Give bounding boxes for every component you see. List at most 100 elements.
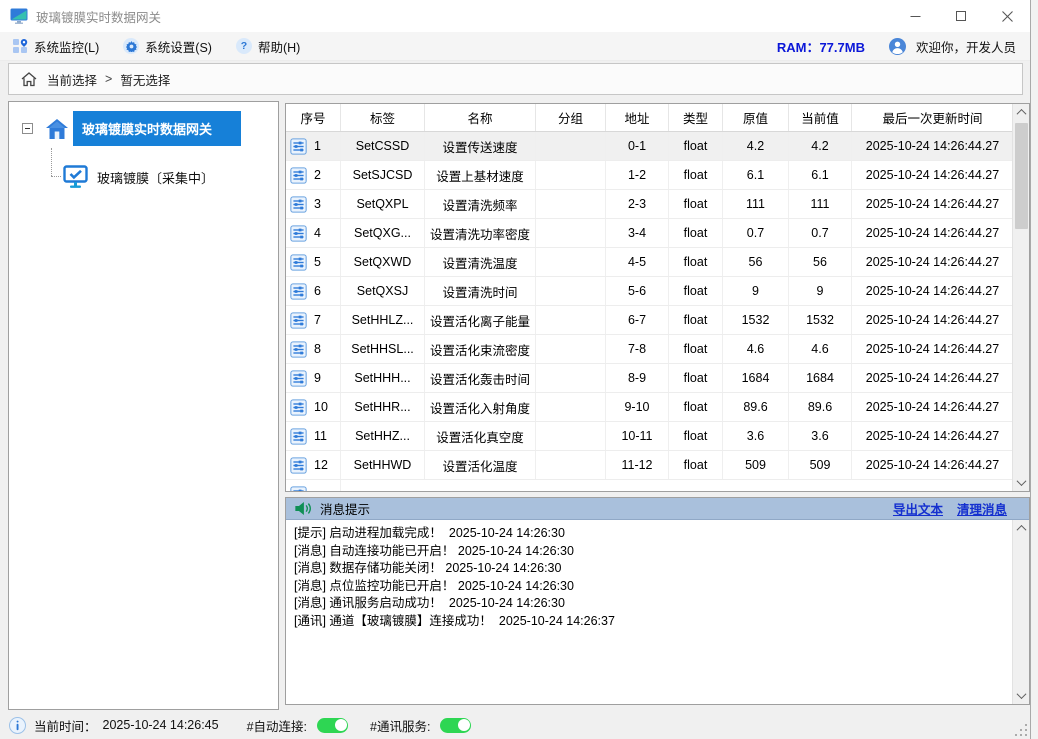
cell-current: 4.2 — [789, 132, 852, 160]
cell-name: 设置活化轰击时间 — [425, 364, 536, 392]
cell-group — [536, 451, 606, 479]
table-row[interactable]: 3SetQXPL设置清洗频率2-3float1111112025-10-24 1… — [286, 190, 1029, 219]
cell-tag: SetQXSJ — [341, 277, 425, 305]
table-row[interactable]: 1SetCSSD设置传送速度0-1float4.24.22025-10-24 1… — [286, 132, 1029, 161]
message-line: [消息] 数据存储功能关闭！ 2025-10-24 14:26:30 — [294, 560, 1004, 578]
table-row[interactable]: 11SetHHZ...设置活化真空度10-11float3.63.62025-1… — [286, 422, 1029, 451]
col-header-address[interactable]: 地址 — [606, 104, 669, 131]
scroll-down-icon[interactable] — [1013, 687, 1030, 704]
scrollbar-thumb[interactable] — [1015, 123, 1028, 229]
scroll-up-icon[interactable] — [1013, 104, 1030, 121]
cell-current: 1684 — [789, 364, 852, 392]
breadcrumb: 当前选择 > 暂无选择 — [8, 63, 1023, 95]
cell-type: float — [669, 219, 723, 247]
cell-tag: SetHHZ... — [341, 422, 425, 450]
cell-updated: 2025-10-24 14:26:44.27 — [852, 248, 1014, 276]
comm-service-toggle[interactable] — [440, 718, 471, 733]
resize-grip[interactable] — [1015, 724, 1027, 736]
col-header-tag[interactable]: 标签 — [341, 104, 425, 131]
maximize-button[interactable] — [938, 0, 984, 32]
collapse-icon[interactable] — [22, 123, 33, 134]
tree-node-root[interactable]: 玻璃镀膜实时数据网关 — [9, 111, 278, 146]
col-header-current[interactable]: 当前值 — [789, 104, 852, 131]
cell-original: 1684 — [723, 364, 789, 392]
table-row[interactable]: 6SetQXSJ设置清洗时间5-6float992025-10-24 14:26… — [286, 277, 1029, 306]
col-header-original[interactable]: 原值 — [723, 104, 789, 131]
cell-updated: 2025-10-24 14:26:44.27 — [852, 132, 1014, 160]
cell-type: float — [669, 277, 723, 305]
menu-item-label: 系统监控(L) — [34, 37, 99, 56]
tag-table-panel: 序号 标签 名称 分组 地址 类型 原值 当前值 最后一次更新时间 1SetCS… — [285, 103, 1030, 492]
table-row[interactable]: 2SetSJCSD设置上基材速度1-2float6.16.12025-10-24… — [286, 161, 1029, 190]
menu-item-label: 帮助(H) — [258, 37, 300, 56]
table-row[interactable]: 7SetHHLZ...设置活化离子能量6-7float153215322025-… — [286, 306, 1029, 335]
table-row[interactable]: 12SetHHWD设置活化温度11-12float5095092025-10-2… — [286, 451, 1029, 480]
cell-address: 8-9 — [606, 364, 669, 392]
menu-item-system-settings[interactable]: 系统设置(S) — [111, 32, 224, 60]
table-row[interactable]: 4SetQXG...设置清洗功率密度3-4float0.70.72025-10-… — [286, 219, 1029, 248]
row-number: 3 — [314, 197, 321, 211]
menu-item-help[interactable]: ? 帮助(H) — [224, 32, 312, 60]
cell-tag: SetHHLZ... — [341, 306, 425, 334]
message-log: [提示] 启动进程加载完成！ 2025-10-24 14:26:30[消息] 自… — [286, 520, 1012, 704]
cell-original: 9 — [723, 277, 789, 305]
message-scrollbar[interactable] — [1012, 520, 1029, 704]
table-scrollbar[interactable] — [1012, 104, 1029, 491]
cell-current: 89.6 — [789, 393, 852, 421]
menubar-right: RAM：77.7MB 欢迎你，开发人员 — [777, 37, 1016, 56]
tag-config-icon — [290, 225, 307, 242]
cell-no: 4 — [286, 219, 341, 247]
row-number: 12 — [314, 458, 328, 472]
tree-node-channel[interactable]: 玻璃镀膜〔采集中〕 — [63, 162, 214, 192]
scroll-up-icon[interactable] — [1013, 520, 1030, 537]
ram-indicator: RAM：77.7MB — [777, 37, 865, 56]
window-title: 玻璃镀膜实时数据网关 — [36, 7, 161, 26]
cell-current: 9 — [789, 277, 852, 305]
cell-tag: SetQXPL — [341, 190, 425, 218]
tree-root-label[interactable]: 玻璃镀膜实时数据网关 — [73, 111, 241, 146]
close-button[interactable] — [984, 0, 1030, 32]
cell-no: 1 — [286, 132, 341, 160]
cell-address: 3-4 — [606, 219, 669, 247]
cell-original: 3.6 — [723, 422, 789, 450]
cell-group — [536, 248, 606, 276]
table-row[interactable]: 5SetQXWD设置清洗温度4-5float56562025-10-24 14:… — [286, 248, 1029, 277]
col-header-updated[interactable]: 最后一次更新时间 — [852, 104, 1014, 131]
table-row[interactable]: 8SetHHSL...设置活化束流密度7-8float4.64.62025-10… — [286, 335, 1029, 364]
cell-name: 设置上基材速度 — [425, 161, 536, 189]
menu-item-system-monitor[interactable]: 系统监控(L) — [0, 32, 111, 60]
message-panel: 消息提示 导出文本 清理消息 [提示] 启动进程加载完成！ 2025-10-24… — [285, 497, 1030, 705]
cell-updated: 2025-10-24 14:26:44.27 — [852, 277, 1014, 305]
col-header-group[interactable]: 分组 — [536, 104, 606, 131]
cell-original: 0.7 — [723, 219, 789, 247]
home-icon — [21, 72, 37, 87]
cell-original: 6.1 — [723, 161, 789, 189]
auto-connect-toggle[interactable] — [317, 718, 348, 733]
comm-service-label: #通讯服务: — [370, 716, 430, 735]
row-number: 8 — [314, 342, 321, 356]
cell-no: 2 — [286, 161, 341, 189]
breadcrumb-prefix: 当前选择 — [47, 70, 97, 89]
minimize-button[interactable] — [892, 0, 938, 32]
cell-address: 6-7 — [606, 306, 669, 334]
monitor-grid-icon — [12, 38, 28, 54]
scroll-down-icon[interactable] — [1013, 474, 1030, 491]
col-header-index[interactable]: 序号 — [286, 104, 341, 131]
cell-updated: 2025-10-24 14:26:44.27 — [852, 451, 1014, 479]
message-panel-header: 消息提示 导出文本 清理消息 — [286, 498, 1029, 520]
col-header-name[interactable]: 名称 — [425, 104, 536, 131]
clear-messages-link[interactable]: 清理消息 — [957, 499, 1007, 518]
export-text-link[interactable]: 导出文本 — [893, 499, 943, 518]
speaker-icon — [294, 501, 312, 516]
cell-address: 7-8 — [606, 335, 669, 363]
table-row[interactable]: 10SetHHR...设置活化入射角度9-10float89.689.62025… — [286, 393, 1029, 422]
cell-address: 4-5 — [606, 248, 669, 276]
col-header-type[interactable]: 类型 — [669, 104, 723, 131]
row-number: 11 — [314, 429, 327, 443]
cell-name: 设置活化真空度 — [425, 422, 536, 450]
table-row[interactable]: 9SetHHH...设置活化轰击时间8-9float168416842025-1… — [286, 364, 1029, 393]
current-time-value: 2025-10-24 14:26:45 — [103, 718, 219, 732]
gear-icon — [123, 38, 139, 54]
user-icon — [889, 38, 906, 55]
cell-updated: 2025-10-24 14:26:44.27 — [852, 393, 1014, 421]
